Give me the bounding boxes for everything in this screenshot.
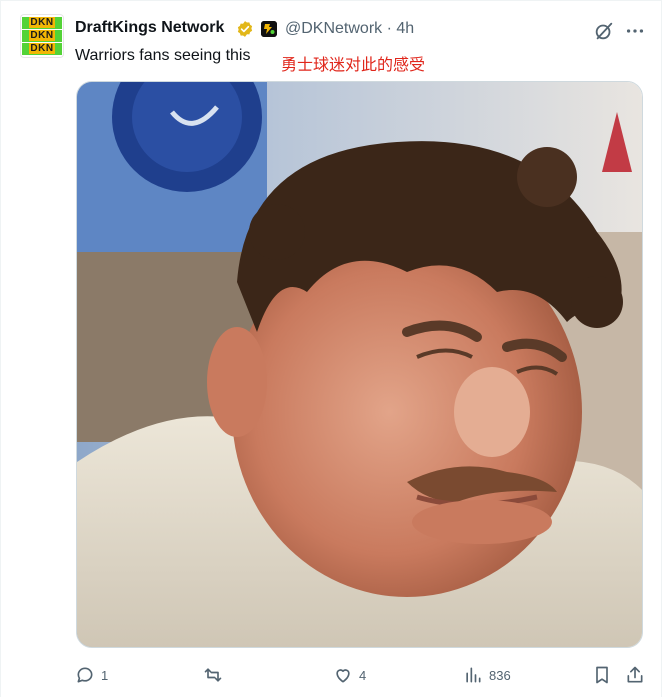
reply-button[interactable]: 1 xyxy=(75,665,108,685)
handle-time: @DKNetwork · 4h xyxy=(285,20,414,38)
more-icon[interactable] xyxy=(624,20,646,42)
retweet-icon xyxy=(204,668,222,682)
timestamp[interactable]: 4h xyxy=(396,20,414,37)
avatar-logo-line: DKN xyxy=(22,30,62,42)
like-icon xyxy=(336,669,350,683)
views-count: 836 xyxy=(489,667,511,683)
views-button[interactable]: 836 xyxy=(463,665,511,685)
like-count: 4 xyxy=(359,667,367,683)
tweet-text: Warriors fans seeing this xyxy=(75,47,251,64)
avatar-logo-line: DKN xyxy=(22,17,62,29)
card-top-border xyxy=(0,0,662,1)
share-icon xyxy=(627,666,643,683)
like-button[interactable]: 4 xyxy=(333,665,366,685)
grok-icon[interactable] xyxy=(593,20,615,42)
bookmark-icon xyxy=(596,666,608,684)
retweet-button[interactable] xyxy=(203,665,229,685)
display-name[interactable]: DraftKings Network xyxy=(75,19,224,37)
photo-image xyxy=(77,82,642,647)
bookmark-button[interactable] xyxy=(592,665,612,685)
tweet-photo[interactable] xyxy=(76,81,643,648)
reply-icon xyxy=(77,667,93,683)
views-icon xyxy=(466,667,481,683)
reply-count: 1 xyxy=(101,667,109,683)
handle[interactable]: @DKNetwork xyxy=(285,20,382,37)
verified-badge-icon[interactable] xyxy=(236,20,254,38)
card-left-border xyxy=(0,0,1,697)
share-button[interactable] xyxy=(625,665,645,685)
avatar[interactable]: DKN DKN DKN xyxy=(20,14,64,58)
separator: · xyxy=(386,20,392,37)
affiliate-badge-icon[interactable] xyxy=(261,21,277,37)
avatar-logo-line: DKN xyxy=(22,43,62,55)
caption-overlay: 勇士球迷对此的感受 xyxy=(281,57,426,74)
